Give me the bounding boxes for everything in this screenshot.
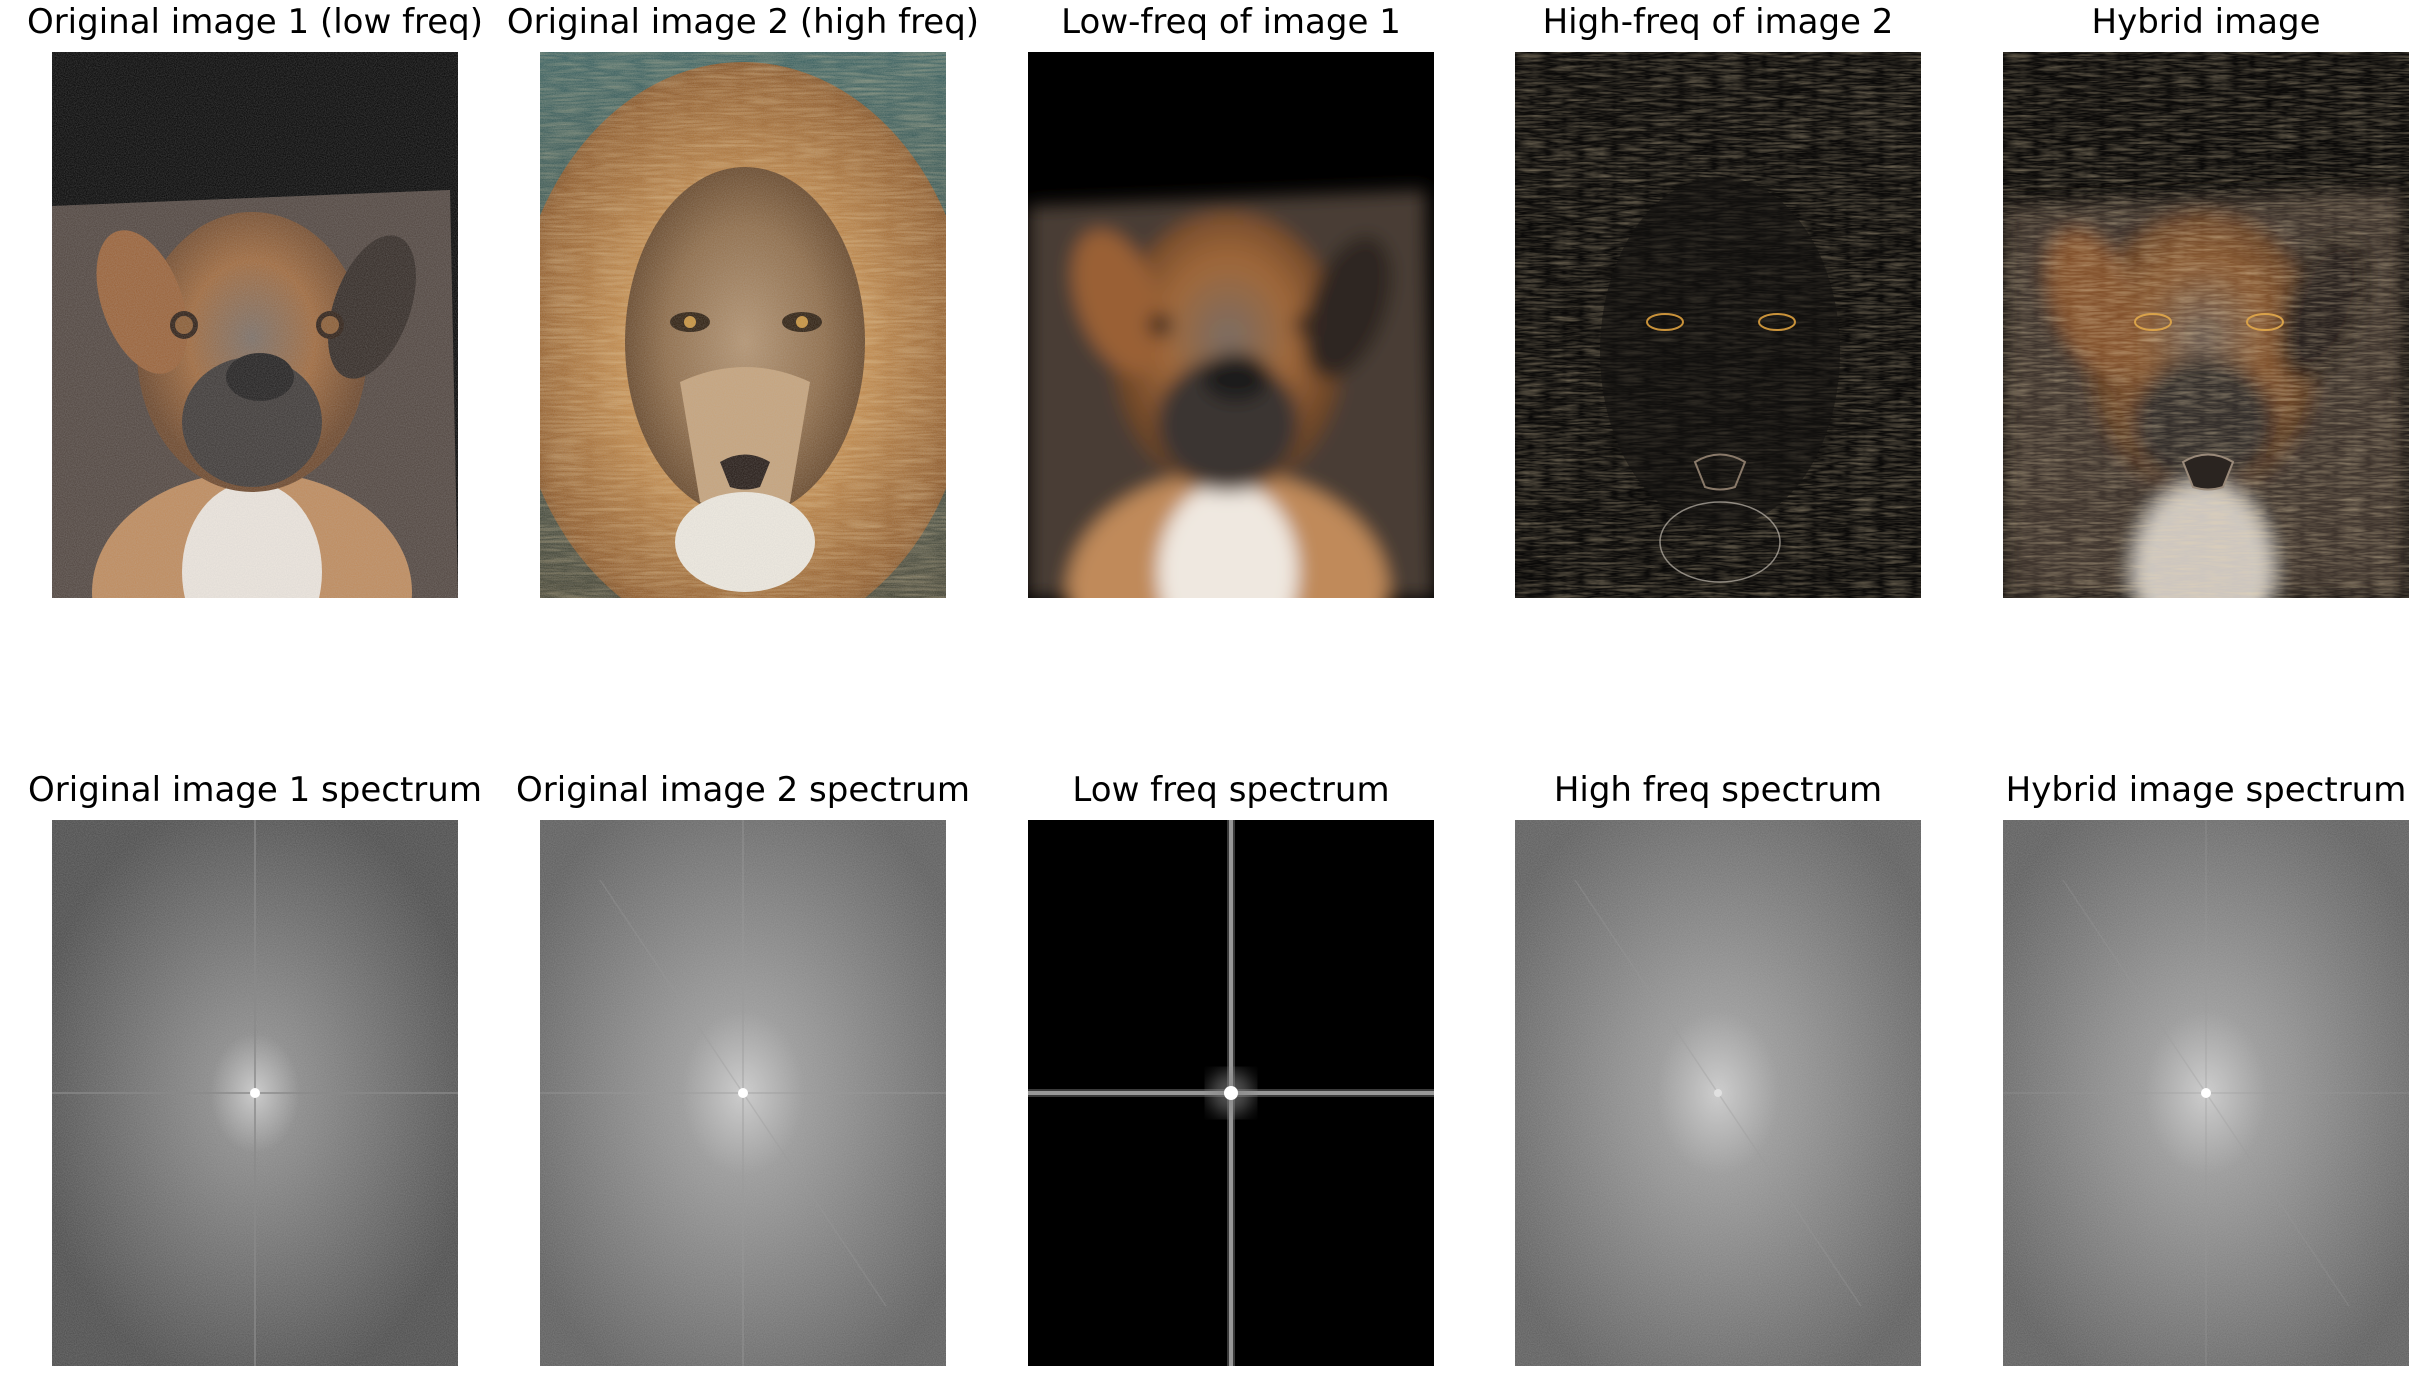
- spectrum-image-2: [540, 820, 946, 1366]
- high-freq-spectrum-image: [1515, 820, 1921, 1366]
- lion-image: [540, 52, 946, 598]
- panel-title: High-freq of image 2: [1542, 2, 1894, 42]
- panel-title: Original image 2 spectrum: [516, 770, 970, 810]
- panel-title: Low-freq of image 1: [1061, 2, 1401, 42]
- panel-title: Hybrid image spectrum: [2005, 770, 2407, 810]
- hybrid-image: [2003, 52, 2409, 598]
- panel-title: Low freq spectrum: [1072, 770, 1390, 810]
- panel-title: Hybrid image: [2091, 2, 2321, 42]
- spectrum-image-1: [52, 820, 458, 1366]
- hybrid-spectrum-image: [2003, 820, 2409, 1366]
- boxer-dog-image: [52, 52, 458, 598]
- panel-title: High freq spectrum: [1553, 770, 1883, 810]
- blurred-boxer-dog-image: [1028, 52, 1434, 598]
- panel-title: Original image 2 (high freq): [506, 2, 980, 42]
- panel-title: Original image 1 (low freq): [26, 2, 484, 42]
- panel-title: Original image 1 spectrum: [28, 770, 482, 810]
- low-freq-spectrum-image: [1028, 820, 1434, 1366]
- lion-edges-image: [1515, 52, 1921, 598]
